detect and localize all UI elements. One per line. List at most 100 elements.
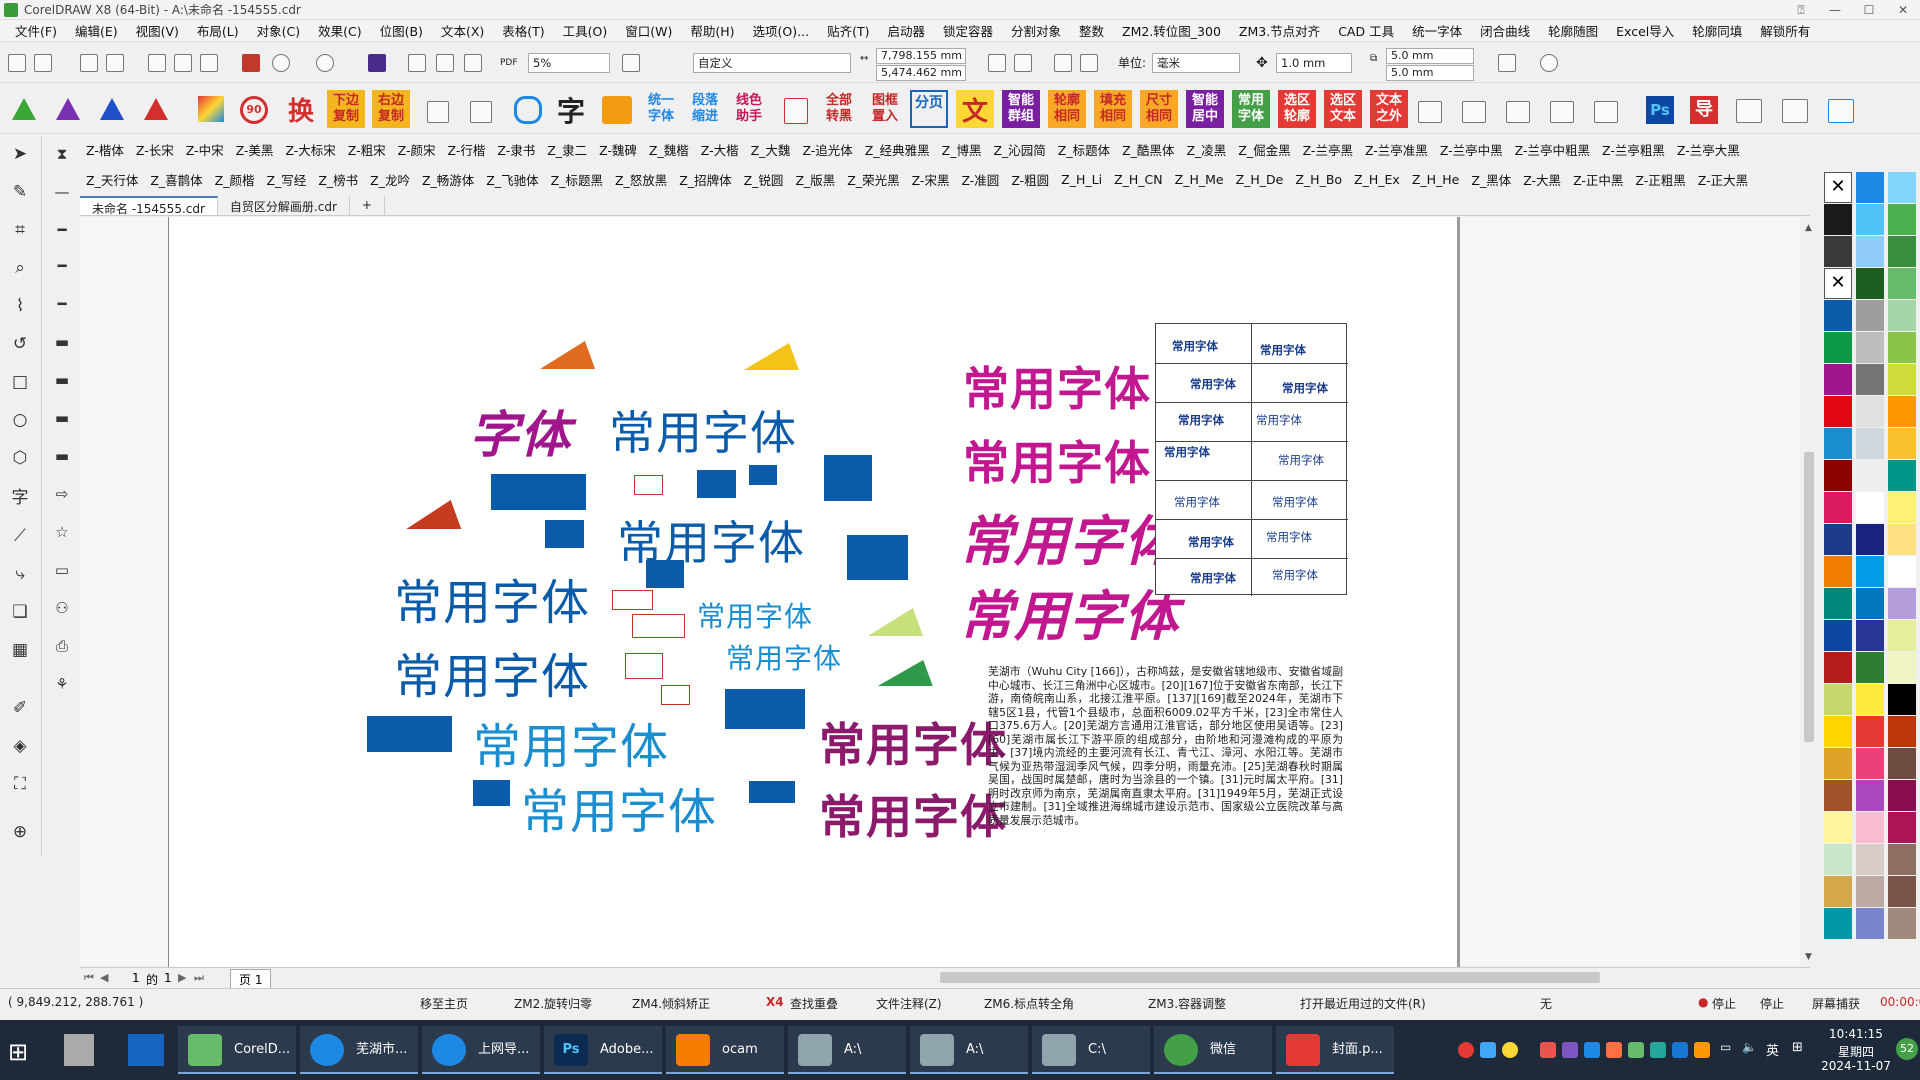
- bounding-box-icon[interactable]: [1506, 101, 1530, 123]
- open-icon[interactable]: [34, 54, 52, 72]
- hairline-icon[interactable]: —: [50, 180, 74, 204]
- add-icon[interactable]: [1540, 54, 1558, 72]
- blue-rect[interactable]: [545, 520, 584, 548]
- color-swatch[interactable]: [1888, 268, 1916, 299]
- color-swatch[interactable]: [1856, 428, 1884, 459]
- blue-rect[interactable]: [491, 474, 586, 510]
- canvas-text[interactable]: 常用字体: [959, 572, 1179, 651]
- import-icon[interactable]: [408, 54, 426, 72]
- page-number-icon[interactable]: [784, 98, 808, 124]
- color-swatch[interactable]: [1888, 428, 1916, 459]
- menu-item[interactable]: 解锁所有: [1751, 21, 1819, 40]
- color-swatch[interactable]: [1856, 652, 1884, 683]
- table-cell[interactable]: 常用字体: [1190, 570, 1236, 586]
- color-swatch[interactable]: [1888, 204, 1916, 235]
- color-swatch[interactable]: [1824, 684, 1852, 715]
- color-swatch[interactable]: [1888, 332, 1916, 363]
- smart-fill-icon[interactable]: ⛶: [8, 772, 32, 796]
- pick-tool-icon[interactable]: ➤: [8, 142, 32, 166]
- stop-button-2[interactable]: 停止: [1760, 995, 1784, 1012]
- table-cell[interactable]: 常用字体: [1278, 452, 1324, 468]
- paginate-button[interactable]: 分页: [910, 90, 948, 128]
- drawing-canvas[interactable]: 字体 常用字体 常用字体 常用字体 常用字体 常用字体 常用字体 常用字体 常用…: [80, 217, 1810, 967]
- menu-item[interactable]: 帮助(H): [681, 21, 743, 40]
- line-color-helper-button[interactable]: 线色助手: [730, 90, 768, 128]
- page-height-field[interactable]: 5,474.462 mm: [876, 65, 966, 81]
- align-icon[interactable]: [1418, 101, 1442, 123]
- blue-rect[interactable]: [749, 465, 777, 485]
- punct-fullwidth-button[interactable]: ZM6.标点转全角: [984, 995, 1074, 1012]
- color-swatch[interactable]: [1888, 780, 1916, 811]
- screen-capture-button[interactable]: 屏幕捕获: [1812, 995, 1860, 1012]
- grid-image-icon[interactable]: [470, 101, 492, 123]
- common-font-button[interactable]: 常用字体: [1232, 90, 1270, 128]
- task-drive-a1[interactable]: A:\: [788, 1026, 906, 1074]
- color-swatch[interactable]: [1856, 460, 1884, 491]
- vertical-scrollbar[interactable]: ▲ ▼: [1800, 217, 1818, 967]
- menu-item[interactable]: 工具(O): [554, 21, 617, 40]
- triangle-yellow[interactable]: [734, 343, 799, 370]
- color-swatch[interactable]: [1824, 300, 1852, 331]
- triangle-red[interactable]: [395, 500, 462, 529]
- people-icon[interactable]: ⚇: [50, 596, 74, 620]
- color-swatch[interactable]: [1856, 524, 1884, 555]
- font-button[interactable]: Z_酷黑体: [1116, 140, 1180, 159]
- canvas-text[interactable]: 常用字体: [394, 637, 590, 707]
- color-swatch[interactable]: [1888, 588, 1916, 619]
- menu-item[interactable]: 闭合曲线: [1471, 21, 1539, 40]
- table-cell[interactable]: 常用字体: [1282, 380, 1328, 396]
- color-swatch[interactable]: [1824, 716, 1852, 747]
- table-cell[interactable]: 常用字体: [1272, 567, 1318, 583]
- table-icon[interactable]: [427, 101, 449, 123]
- font-button[interactable]: Z_倔金黑: [1232, 140, 1296, 159]
- color-swatch[interactable]: [1856, 364, 1884, 395]
- color-swatch[interactable]: [1888, 460, 1916, 491]
- outline-rect[interactable]: [625, 653, 663, 679]
- text-tool-icon[interactable]: 字: [8, 486, 32, 510]
- menu-item[interactable]: 文本(X): [432, 21, 493, 40]
- copy-icon[interactable]: [174, 54, 192, 72]
- table-cell[interactable]: 常用字体: [1164, 444, 1210, 460]
- color-swatch[interactable]: [1824, 236, 1852, 267]
- font-button[interactable]: Z_H_Bo: [1289, 172, 1348, 187]
- line-2-icon[interactable]: ━: [50, 292, 74, 316]
- tray-app-icon[interactable]: [1628, 1042, 1644, 1058]
- font-button[interactable]: Z_天行体: [80, 170, 144, 189]
- color-palette-icon[interactable]: [198, 96, 224, 122]
- connector-tool-icon[interactable]: ⤷: [8, 562, 32, 586]
- table-cell[interactable]: 常用字体: [1188, 534, 1234, 550]
- color-swatch[interactable]: [1824, 332, 1852, 363]
- paste-icon[interactable]: [200, 54, 218, 72]
- font-button[interactable]: Z_经典雅黑: [859, 140, 936, 159]
- font-button[interactable]: Z_写经: [260, 170, 312, 189]
- page-size-select[interactable]: 自定义: [693, 53, 851, 73]
- color-swatch[interactable]: [1888, 684, 1916, 715]
- smart-group-button[interactable]: 智能群组: [1002, 90, 1040, 128]
- font-button[interactable]: Z_沁园简: [987, 140, 1051, 159]
- table-cell[interactable]: 常用字体: [1190, 376, 1236, 392]
- blue-rect[interactable]: [697, 470, 736, 498]
- font-button[interactable]: Z-兰亭粗黑: [1596, 140, 1671, 159]
- next-page-icon[interactable]: ▶: [178, 971, 186, 984]
- canvas-text[interactable]: 常用字体: [697, 595, 813, 635]
- color-swatch[interactable]: [1888, 396, 1916, 427]
- font-button[interactable]: Z-大黑: [1517, 170, 1567, 189]
- maximize-button[interactable]: ☐: [1852, 0, 1886, 20]
- last-page-icon[interactable]: ⏭: [194, 971, 204, 985]
- color-swatch[interactable]: [1888, 748, 1916, 779]
- font-button[interactable]: Z_怒放黑: [609, 170, 673, 189]
- crop-icon[interactable]: [1550, 101, 1574, 123]
- current-page-icon[interactable]: [1080, 54, 1098, 72]
- menu-item[interactable]: ZM2.转位图_300: [1113, 21, 1230, 40]
- blue-rect[interactable]: [749, 781, 795, 803]
- color-swatch[interactable]: [1824, 556, 1852, 587]
- color-swatch[interactable]: [1856, 844, 1884, 875]
- copy-right-button[interactable]: 右边复制: [372, 90, 410, 128]
- font-button[interactable]: Z-正大黑: [1692, 170, 1754, 189]
- table-cell[interactable]: 常用字体: [1266, 529, 1312, 545]
- font-button[interactable]: Z-准圆: [955, 170, 1005, 189]
- recent-files-button[interactable]: 打开最近用过的文件(R): [1300, 995, 1426, 1012]
- tray-app-icon[interactable]: [1694, 1042, 1710, 1058]
- font-button[interactable]: Z_H_Ex: [1348, 172, 1406, 187]
- outline-same-button[interactable]: 轮廓相同: [1048, 90, 1086, 128]
